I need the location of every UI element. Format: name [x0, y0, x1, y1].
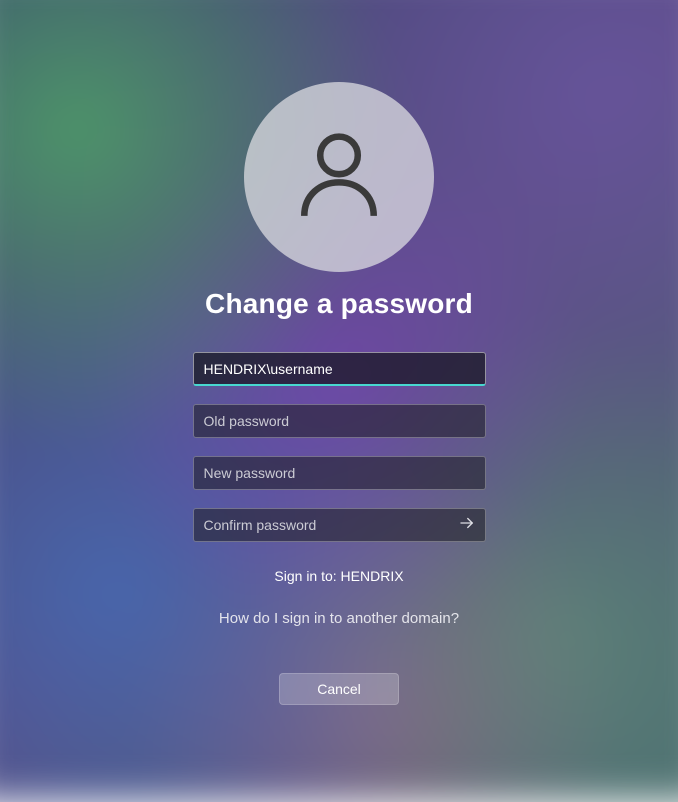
password-form: Sign in to: HENDRIX How do I sign in to …	[193, 352, 486, 705]
confirm-password-input[interactable]	[193, 508, 486, 542]
old-password-input[interactable]	[193, 404, 486, 438]
submit-button[interactable]	[454, 512, 480, 538]
arrow-right-icon	[458, 514, 476, 537]
new-password-wrapper	[193, 456, 486, 490]
user-icon	[290, 126, 388, 229]
user-avatar	[244, 82, 434, 272]
change-password-panel: Change a password	[0, 0, 678, 764]
confirm-password-wrapper	[193, 508, 486, 542]
new-password-input[interactable]	[193, 456, 486, 490]
signin-domain-text: Sign in to: HENDRIX	[274, 568, 403, 584]
username-input[interactable]	[193, 352, 486, 386]
username-wrapper	[193, 352, 486, 386]
page-title: Change a password	[205, 288, 473, 320]
old-password-wrapper	[193, 404, 486, 438]
other-domain-link[interactable]: How do I sign in to another domain?	[219, 610, 459, 627]
cancel-button[interactable]: Cancel	[279, 673, 399, 705]
